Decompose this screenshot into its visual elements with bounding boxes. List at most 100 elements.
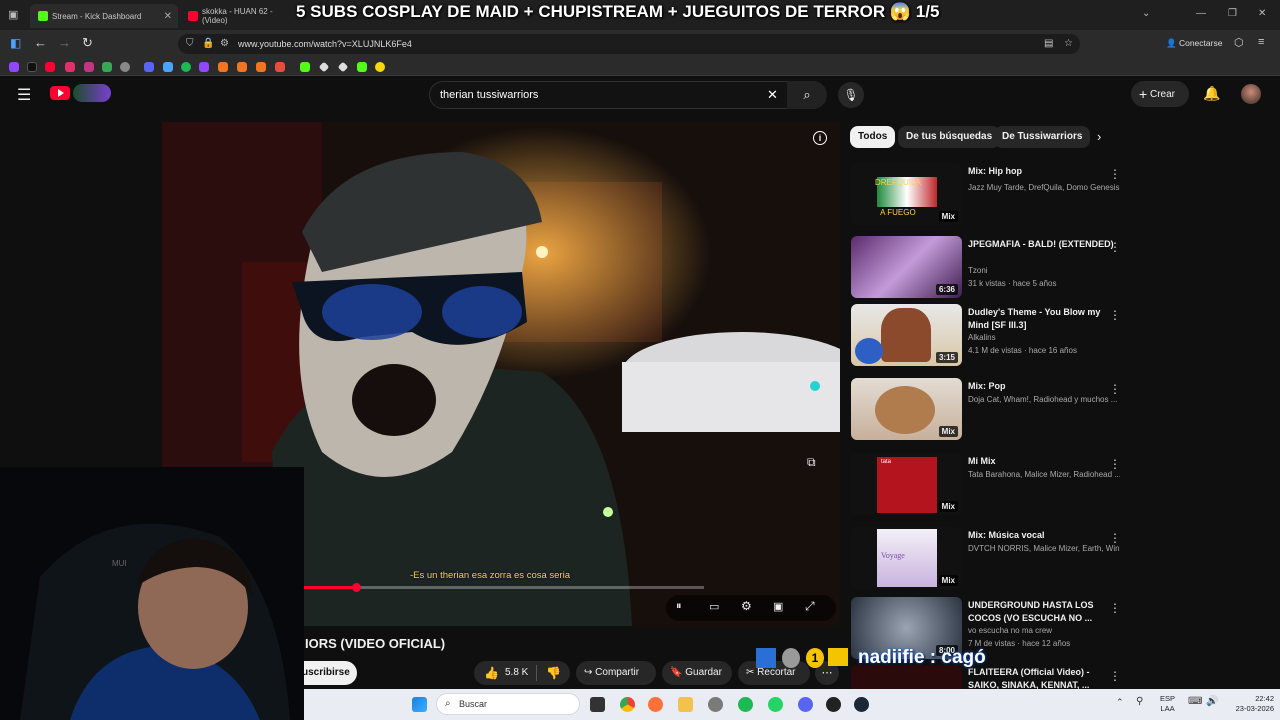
share-button[interactable]: ↪ Compartir bbox=[576, 661, 656, 685]
recommendation-title[interactable]: UNDERGROUND HASTA LOS COCOS (VO ESCUCHA … bbox=[968, 599, 1118, 625]
video-thumbnail[interactable]: DREFQUILA A FUEGO Mix bbox=[851, 163, 962, 225]
recommendation-item[interactable]: tata Mix Mi Mix Tata Barahona, Malice Mi… bbox=[851, 453, 1151, 519]
emoji-bookmark-icon[interactable] bbox=[375, 62, 385, 72]
discord-icon[interactable] bbox=[144, 62, 154, 72]
volume-icon[interactable]: 🔊 bbox=[1206, 696, 1218, 707]
chevron-right-icon[interactable]: › bbox=[1097, 129, 1101, 144]
video-thumbnail[interactable]: tata Mix bbox=[851, 453, 962, 515]
search-button[interactable]: ⌕ bbox=[787, 81, 827, 109]
more-options-icon[interactable]: ⋮ bbox=[1109, 531, 1121, 545]
search-input[interactable]: therian tussiwarriors ✕ bbox=[429, 81, 826, 109]
menu-icon[interactable]: ≡ bbox=[1258, 36, 1264, 48]
more-options-icon[interactable]: ⋮ bbox=[1109, 240, 1121, 254]
close-tab-icon[interactable]: ✕ bbox=[164, 11, 172, 22]
recommendation-title[interactable]: Mix: Hip hop bbox=[968, 165, 1118, 178]
recommendation-item[interactable]: DREFQUILA A FUEGO Mix Mix: Hip hop Jazz … bbox=[851, 163, 1151, 229]
save-button[interactable]: 🔖 Guardar bbox=[662, 661, 732, 685]
recommendation-title[interactable]: JPEGMAFIA - BALD! (EXTENDED) bbox=[968, 238, 1118, 251]
twitch-icon[interactable] bbox=[9, 62, 19, 72]
like-button[interactable]: 👍 bbox=[484, 661, 499, 685]
clear-search-icon[interactable]: ✕ bbox=[767, 82, 778, 108]
site-bookmark-icon[interactable] bbox=[120, 62, 130, 72]
minimize-icon[interactable]: — bbox=[1196, 8, 1206, 19]
recommendation-title[interactable]: Mi Mix bbox=[968, 455, 1118, 468]
dislike-button[interactable]: 👎 bbox=[546, 661, 561, 685]
input-language-indicator[interactable]: ESP LAA bbox=[1160, 694, 1175, 714]
tab-actions-icon[interactable]: ▣ bbox=[8, 8, 18, 21]
whatsapp-icon[interactable] bbox=[768, 697, 783, 712]
reader-view-icon[interactable]: ▤ bbox=[1044, 34, 1053, 54]
tab-kick-dashboard[interactable]: Stream - Kick Dashboard ✕ bbox=[30, 4, 178, 28]
sync-icon[interactable] bbox=[163, 62, 173, 72]
file-explorer-icon[interactable] bbox=[678, 697, 693, 712]
tab-youtube[interactable]: skokka - HUAN 62 - (Video) bbox=[180, 4, 300, 28]
chrome-icon[interactable] bbox=[620, 697, 635, 712]
recommendation-title[interactable]: Mix: Música vocal bbox=[968, 529, 1118, 542]
site-settings-icon[interactable]: ⚙ bbox=[220, 34, 229, 54]
spotify-icon[interactable] bbox=[181, 62, 191, 72]
chip-all[interactable]: Todos bbox=[850, 126, 896, 148]
theater-mode-icon[interactable]: ▣ bbox=[773, 600, 783, 613]
connect-button[interactable]: 👤 Conectarse bbox=[1166, 38, 1222, 49]
diamond-icon[interactable] bbox=[318, 61, 330, 73]
more-options-icon[interactable]: ⋮ bbox=[1109, 382, 1121, 396]
recommendation-item[interactable]: Voyage Mix Mix: Música vocal DVTCH NORRI… bbox=[851, 527, 1151, 593]
settings-gear-icon[interactable]: ⚙ bbox=[741, 599, 752, 613]
instagram-icon[interactable] bbox=[65, 62, 75, 72]
kick-bookmark-icon[interactable] bbox=[300, 62, 310, 72]
subtitles-icon[interactable]: ▭ bbox=[709, 600, 719, 613]
fullscreen-icon[interactable]: ⤢ bbox=[805, 599, 815, 614]
game-bookmark-icon[interactable] bbox=[275, 62, 285, 72]
progress-scrubber[interactable] bbox=[352, 583, 361, 592]
instagram-alt-icon[interactable] bbox=[84, 62, 94, 72]
steam-icon[interactable] bbox=[854, 697, 869, 712]
discord-taskbar-icon[interactable] bbox=[798, 697, 813, 712]
forward-arrow-icon[interactable]: → bbox=[58, 35, 71, 50]
diamond-icon[interactable] bbox=[337, 61, 349, 73]
avatar[interactable] bbox=[1241, 84, 1261, 104]
create-button[interactable]: + Crear bbox=[1131, 81, 1189, 107]
twitch-alt-icon[interactable] bbox=[199, 62, 209, 72]
folder-bookmark-icon[interactable] bbox=[256, 62, 266, 72]
windows-start-icon[interactable] bbox=[412, 697, 427, 712]
more-options-icon[interactable]: ⋮ bbox=[1109, 601, 1121, 615]
progress-bar[interactable] bbox=[304, 583, 704, 592]
back-arrow-icon[interactable]: ← bbox=[34, 35, 47, 50]
recommendation-item[interactable]: 3:15 Dudley's Theme - You Blow my Mind [… bbox=[851, 304, 1151, 370]
clock[interactable]: 22:42 23-03-2026 bbox=[1222, 694, 1274, 714]
youtube-logo-icon[interactable] bbox=[50, 86, 70, 100]
recommendation-item[interactable]: 6:36 JPEGMAFIA - BALD! (EXTENDED) Tzoni … bbox=[851, 236, 1151, 302]
tracking-shield-icon[interactable]: ⛉ bbox=[186, 34, 194, 54]
video-thumbnail[interactable]: Mix bbox=[851, 378, 962, 440]
drive-icon[interactable] bbox=[102, 62, 112, 72]
voice-search-button[interactable]: 🎙 bbox=[838, 82, 864, 108]
extensions-icon[interactable]: ⬡ bbox=[1234, 36, 1244, 49]
info-icon[interactable]: i bbox=[813, 131, 827, 145]
task-view-icon[interactable] bbox=[590, 697, 605, 712]
pause-icon[interactable]: ⏸ bbox=[676, 600, 682, 613]
recommendation-item[interactable]: Mix Mix: Pop Doja Cat, Wham!, Radiohead … bbox=[851, 378, 1151, 444]
more-options-icon[interactable]: ⋮ bbox=[1109, 167, 1121, 181]
video-thumbnail[interactable]: 6:36 bbox=[851, 236, 962, 298]
tiktok-icon[interactable] bbox=[27, 62, 37, 72]
notifications-bell-icon[interactable]: 🔔 bbox=[1203, 85, 1220, 102]
firefox-icon[interactable] bbox=[648, 697, 663, 712]
maximize-icon[interactable]: ❐ bbox=[1228, 8, 1237, 19]
folder-bookmark-icon[interactable] bbox=[237, 62, 247, 72]
youtube-bookmark-icon[interactable] bbox=[45, 62, 55, 72]
tray-app-icon[interactable]: ⚲ bbox=[1136, 696, 1143, 707]
clover-icon[interactable] bbox=[357, 62, 367, 72]
youtube-doodle-logo[interactable] bbox=[73, 84, 111, 102]
tab-list-chevron-icon[interactable]: ⌄ bbox=[1142, 8, 1150, 19]
close-window-icon[interactable]: ✕ bbox=[1258, 8, 1266, 19]
network-icon[interactable]: ⌨ bbox=[1188, 696, 1202, 707]
app-taskbar-icon[interactable] bbox=[826, 697, 841, 712]
guide-menu-icon[interactable]: ☰ bbox=[17, 85, 31, 105]
recommendation-title[interactable]: Mix: Pop bbox=[968, 380, 1118, 393]
folder-bookmark-icon[interactable] bbox=[218, 62, 228, 72]
obs-icon[interactable] bbox=[708, 697, 723, 712]
address-bar[interactable]: ⛉ 🔒 ⚙ www.youtube.com/watch?v=XLUJNLK6Fe… bbox=[178, 34, 1080, 54]
autoplay-icon[interactable]: ⧉ bbox=[807, 455, 816, 470]
more-options-icon[interactable]: ⋮ bbox=[1109, 669, 1121, 683]
reload-icon[interactable]: ↻ bbox=[82, 35, 93, 51]
